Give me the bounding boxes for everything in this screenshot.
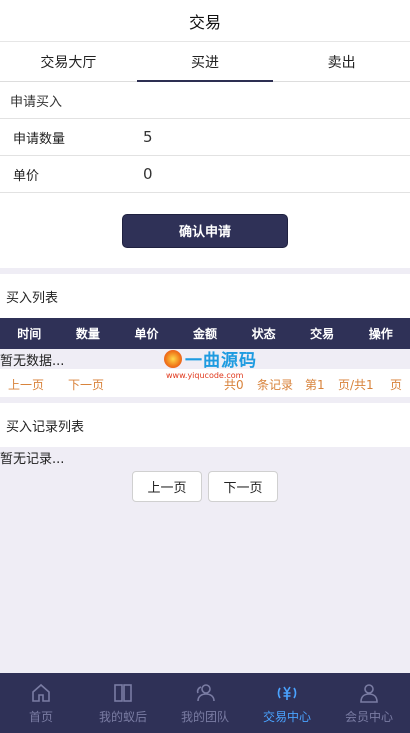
nav-item-member-center[interactable]: 会员中心 — [328, 673, 410, 733]
home-icon — [32, 683, 50, 702]
yuan-icon — [277, 686, 297, 700]
column-header: 状态 — [251, 327, 276, 341]
records-label: 条记录 — [257, 378, 294, 392]
table-header: 时间 数量 单价 金额 状态 交易 操作 — [0, 318, 410, 349]
column-header: 操作 — [368, 327, 393, 341]
nav-item-home[interactable]: 首页 — [0, 673, 82, 733]
tab-sell[interactable]: 卖出 — [273, 42, 410, 81]
column-header: 交易 — [310, 327, 335, 341]
form-header: 申请买入 — [0, 82, 410, 119]
nav-item-my-team[interactable]: 我的团队 — [164, 673, 246, 733]
price-row: 单价 0 — [0, 156, 410, 193]
column-header: 金额 — [193, 327, 218, 341]
current-page: 第1 — [305, 378, 325, 392]
quantity-label: 申请数量 — [13, 131, 66, 147]
prev-page-button[interactable]: 上一页 — [132, 470, 202, 502]
column-header: 单价 — [134, 327, 159, 341]
tab-buy[interactable]: 买进 — [136, 42, 274, 82]
quantity-row: 申请数量 5 — [0, 119, 410, 156]
quantity-input[interactable]: 5 — [143, 128, 153, 146]
tab-bar: 交易大厅 买进 卖出 — [0, 41, 410, 82]
confirm-wrap: 确认申请 — [0, 193, 410, 268]
price-label: 单价 — [13, 168, 40, 184]
nav-item-my-queen[interactable]: 我的蚁后 — [82, 673, 164, 733]
buy-form: 申请买入 申请数量 5 单价 0 确认申请 — [0, 82, 410, 268]
records-pager: 上一页 下一页 — [0, 467, 410, 505]
bottom-nav: 首页 我的蚁后 我的团队 交易中心 会员中心 — [0, 673, 410, 733]
records-title: 买入记录列表 — [0, 403, 410, 447]
page-suffix: 页 — [390, 378, 403, 392]
records-empty: 暂无记录... — [0, 451, 65, 467]
column-header: 时间 — [17, 327, 42, 341]
prev-page-link[interactable]: 上一页 — [8, 376, 44, 393]
next-page-button[interactable]: 下一页 — [208, 470, 278, 502]
buy-list-title: 买入列表 — [0, 274, 410, 318]
confirm-button[interactable]: 确认申请 — [122, 213, 288, 248]
column-header: 数量 — [75, 327, 100, 341]
title-bar: 交易 — [0, 0, 410, 41]
watermark-name: 一曲源码 — [185, 351, 257, 371]
next-page-link[interactable]: 下一页 — [68, 376, 104, 393]
price-value: 0 — [143, 165, 153, 183]
burst-icon — [164, 349, 182, 368]
watermark-url: www.yiqucode.com — [166, 371, 244, 380]
tab-trading-hall[interactable]: 交易大厅 — [0, 42, 137, 81]
book-icon — [114, 684, 132, 702]
nav-item-trading-center[interactable]: 交易中心 — [246, 673, 328, 733]
watermark-logo: 一曲源码 www.yiqucode.com — [164, 346, 257, 380]
user-icon — [360, 684, 378, 703]
page-title: 交易 — [188, 12, 221, 32]
page-total: 页/共1 — [338, 378, 374, 392]
team-icon — [196, 684, 215, 702]
